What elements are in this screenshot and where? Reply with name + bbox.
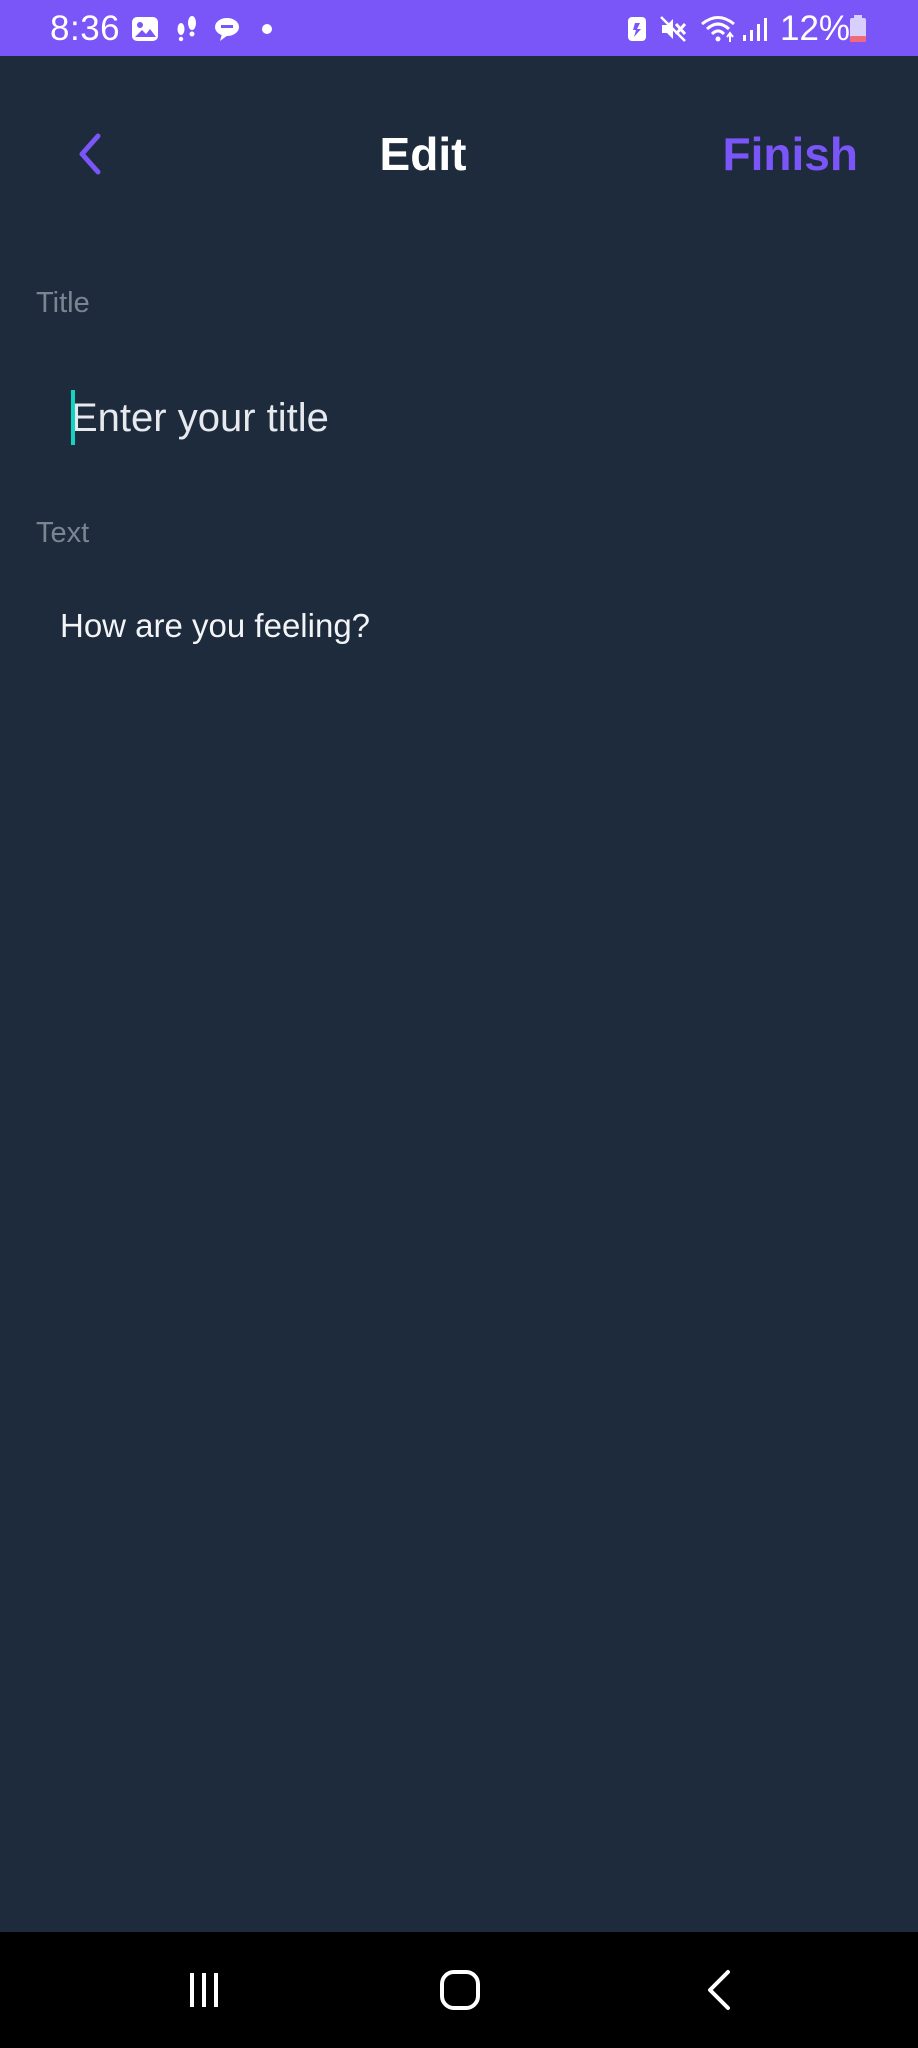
back-icon bbox=[690, 1960, 750, 2020]
system-nav-bar bbox=[0, 1932, 918, 2048]
home-icon bbox=[430, 1960, 490, 2020]
battery-icon bbox=[848, 14, 868, 44]
mute-icon bbox=[658, 14, 688, 44]
status-time: 8:36 bbox=[50, 9, 121, 48]
app-bar: Edit Finish bbox=[0, 56, 918, 256]
footsteps-icon bbox=[172, 14, 202, 44]
finish-button[interactable]: Finish bbox=[723, 126, 858, 182]
battery-percentage: 12% bbox=[780, 9, 851, 48]
title-field bbox=[60, 380, 880, 456]
nav-back-button[interactable] bbox=[690, 1960, 750, 2020]
text-cursor bbox=[71, 390, 75, 445]
recents-button[interactable] bbox=[174, 1960, 234, 2020]
gallery-icon bbox=[130, 14, 160, 44]
wifi-icon bbox=[700, 14, 736, 44]
notification-dot-icon bbox=[258, 14, 288, 44]
recents-icon bbox=[174, 1960, 234, 2020]
title-label: Title bbox=[36, 287, 90, 319]
title-input[interactable] bbox=[71, 380, 871, 456]
text-label: Text bbox=[36, 517, 90, 549]
page-title: Edit bbox=[379, 128, 467, 180]
home-button[interactable] bbox=[430, 1960, 490, 2020]
chat-bubble-icon bbox=[212, 14, 242, 44]
status-bar: 8:36 12% bbox=[0, 0, 918, 56]
signal-icon bbox=[740, 14, 770, 44]
text-input[interactable] bbox=[60, 596, 880, 1876]
battery-saver-icon bbox=[622, 14, 652, 44]
